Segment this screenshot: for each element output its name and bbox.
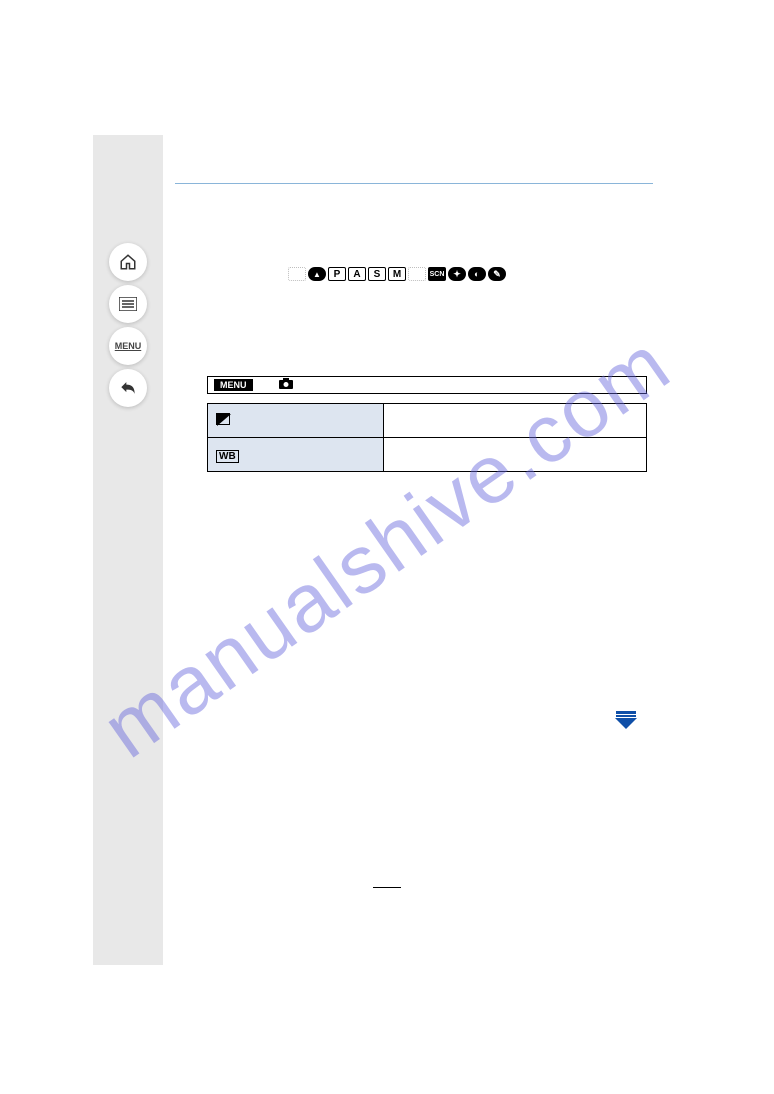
- mode-icon-sport: ✦: [448, 267, 466, 281]
- setting-label-cell: [208, 404, 384, 438]
- setting-label-cell: WB: [208, 438, 384, 472]
- mode-icon-ia: [288, 267, 306, 281]
- next-page-arrow[interactable]: [616, 711, 638, 733]
- mode-icon-scn: SCN: [428, 267, 446, 281]
- chevron-down-icon: [615, 718, 637, 729]
- mode-icon-video: [408, 267, 426, 281]
- divider: [175, 183, 653, 184]
- toc-button[interactable]: [109, 285, 147, 323]
- mode-icon-creative: ✎: [488, 267, 506, 281]
- menu-button[interactable]: MENU: [109, 327, 147, 365]
- mode-icon-ia2: ▲: [308, 267, 326, 281]
- mode-icon-a: A: [348, 267, 366, 281]
- menu-button-label: MENU: [115, 341, 142, 351]
- home-icon: [119, 253, 137, 271]
- mode-icon-p: P: [328, 267, 346, 281]
- home-button[interactable]: [109, 243, 147, 281]
- page-content: ▲ P A S M SCN ✦ ◐ ✎ MENU WB: [175, 135, 653, 184]
- white-balance-icon: WB: [216, 450, 239, 463]
- sidebar: MENU: [93, 135, 163, 965]
- setting-value-cell: [383, 438, 646, 472]
- back-icon: [118, 380, 138, 396]
- settings-table: WB: [207, 403, 647, 472]
- page-number: [0, 883, 774, 894]
- mode-icon-s: S: [368, 267, 386, 281]
- setting-value-cell: [383, 404, 646, 438]
- mode-icons-row: ▲ P A S M SCN ✦ ◐ ✎: [288, 267, 506, 281]
- ev-compensation-icon: [216, 413, 230, 425]
- mode-icon-portrait: ◐: [468, 267, 486, 281]
- arrow-line: [616, 711, 636, 714]
- camera-icon: [279, 378, 293, 392]
- menu-label: MENU: [214, 379, 253, 391]
- mode-icon-m: M: [388, 267, 406, 281]
- back-button[interactable]: [109, 369, 147, 407]
- arrow-line: [616, 715, 636, 717]
- table-row: [208, 404, 647, 438]
- toc-icon: [119, 297, 137, 311]
- menu-path-bar: MENU: [207, 376, 647, 394]
- table-row: WB: [208, 438, 647, 472]
